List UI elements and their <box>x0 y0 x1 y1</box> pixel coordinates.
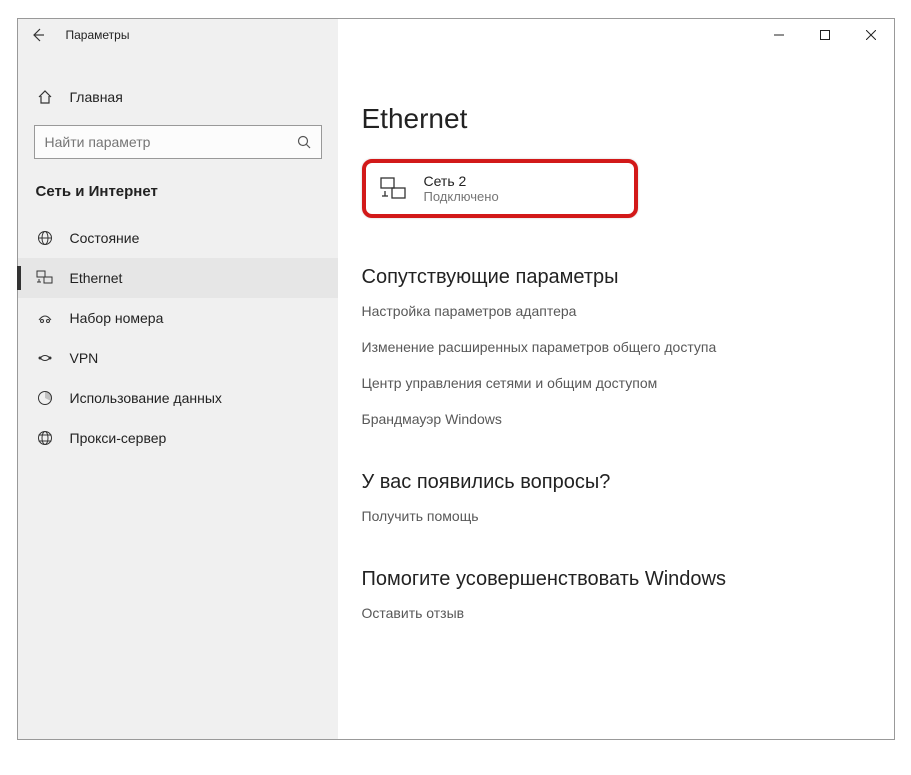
link-advanced-sharing[interactable]: Изменение расширенных параметров общего … <box>362 339 878 355</box>
close-icon <box>866 30 876 40</box>
sidebar-item-vpn[interactable]: VPN <box>18 338 338 378</box>
data-usage-icon <box>36 390 54 406</box>
sidebar-item-label: VPN <box>70 350 99 366</box>
network-card[interactable]: Сеть 2 Подключено <box>362 159 638 218</box>
globe-icon <box>36 230 54 246</box>
sidebar-item-data-usage[interactable]: Использование данных <box>18 378 338 418</box>
dialup-icon <box>36 310 54 326</box>
maximize-button[interactable] <box>802 19 848 51</box>
maximize-icon <box>820 30 830 40</box>
sidebar-item-proxy[interactable]: Прокси-сервер <box>18 418 338 458</box>
sidebar-item-label: Состояние <box>70 230 140 246</box>
sidebar-item-status[interactable]: Состояние <box>18 218 338 258</box>
search-input-container[interactable] <box>34 125 322 159</box>
sidebar-item-dialup[interactable]: Набор номера <box>18 298 338 338</box>
page-heading: Ethernet <box>362 103 878 135</box>
sidebar-item-label: Набор номера <box>70 310 164 326</box>
link-adapter-settings[interactable]: Настройка параметров адаптера <box>362 303 878 319</box>
link-windows-firewall[interactable]: Брандмауэр Windows <box>362 411 878 427</box>
arrow-left-icon <box>30 27 46 43</box>
feedback-heading: Помогите усовершенствовать Windows <box>362 568 878 591</box>
sidebar-item-label: Использование данных <box>70 390 222 406</box>
close-button[interactable] <box>848 19 894 51</box>
proxy-icon <box>36 430 54 446</box>
network-icon <box>380 177 408 201</box>
search-input[interactable] <box>45 134 297 150</box>
link-feedback[interactable]: Оставить отзыв <box>362 605 878 621</box>
ethernet-icon <box>36 270 54 286</box>
sidebar-item-label: Прокси-сервер <box>70 430 167 446</box>
sidebar-item-ethernet[interactable]: Ethernet <box>18 258 338 298</box>
minimize-button[interactable] <box>756 19 802 51</box>
link-network-center[interactable]: Центр управления сетями и общим доступом <box>362 375 878 391</box>
home-icon <box>36 89 54 105</box>
network-status: Подключено <box>424 189 499 204</box>
home-button[interactable]: Главная <box>18 81 338 113</box>
link-get-help[interactable]: Получить помощь <box>362 508 878 524</box>
sidebar-item-label: Ethernet <box>70 270 123 286</box>
window-title: Параметры <box>66 28 130 42</box>
questions-heading: У вас появились вопросы? <box>362 471 878 494</box>
home-label: Главная <box>70 89 123 105</box>
related-heading: Сопутствующие параметры <box>362 266 878 289</box>
minimize-icon <box>774 30 784 40</box>
vpn-icon <box>36 350 54 366</box>
back-button[interactable] <box>18 19 58 51</box>
search-icon <box>297 135 311 149</box>
network-name: Сеть 2 <box>424 173 499 189</box>
section-title: Сеть и Интернет <box>18 177 338 218</box>
